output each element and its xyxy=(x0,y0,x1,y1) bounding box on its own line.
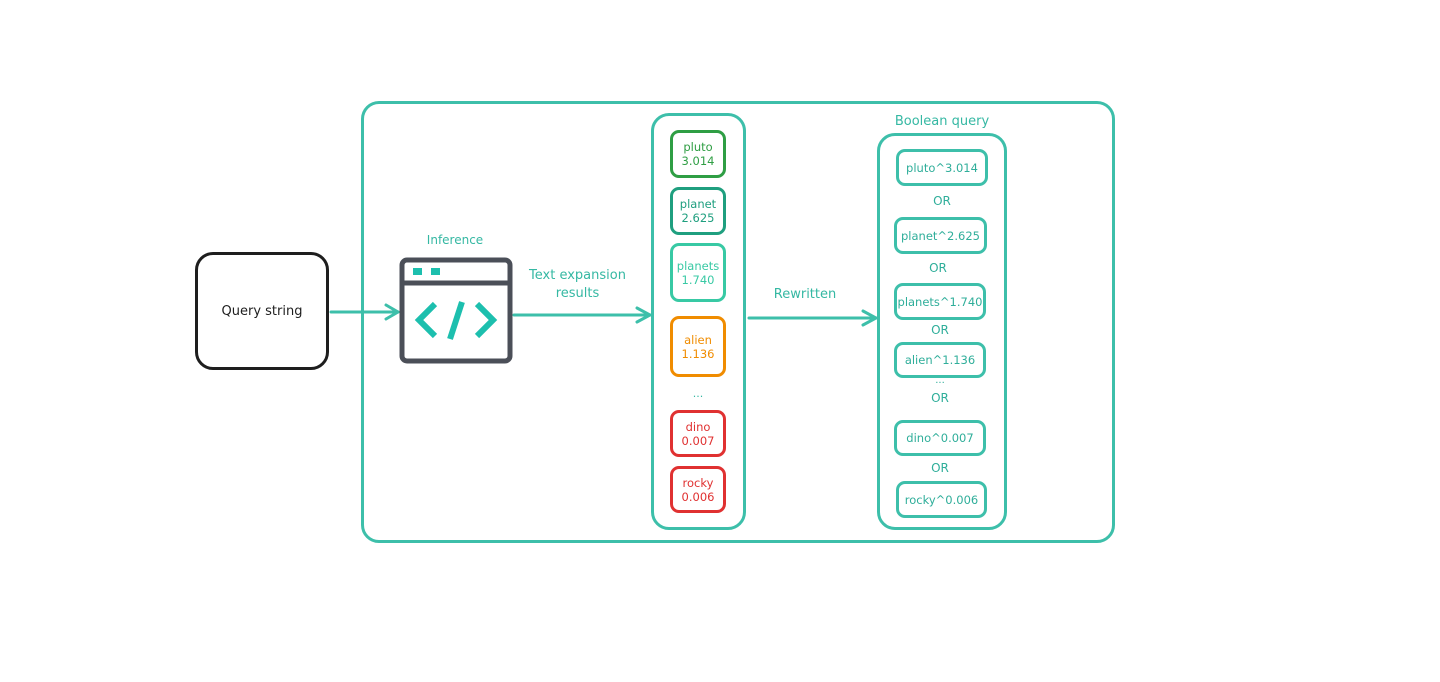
weight: 1.740 xyxy=(681,272,715,287)
result-token-dino: dino 0.007 xyxy=(670,410,726,457)
or-operator: OR xyxy=(931,461,949,475)
result-token-alien: alien 1.136 xyxy=(670,316,726,377)
or-operator: OR xyxy=(931,323,949,337)
weight: 2.625 xyxy=(681,211,715,225)
boolean-clause: alien^1.136 xyxy=(894,342,986,378)
token: dino xyxy=(685,419,711,434)
result-token-rocky: rocky 0.006 xyxy=(670,466,726,513)
clause-text: rocky^0.006 xyxy=(904,492,979,507)
text-expansion-label-line1: Text expansion xyxy=(529,268,626,283)
token: alien xyxy=(684,332,712,347)
boolean-clause: rocky^0.006 xyxy=(896,481,987,518)
or-operator: OR xyxy=(929,261,947,275)
inference-label: Inference xyxy=(426,233,484,247)
code-window-icon xyxy=(399,257,513,364)
boolean-clause: planets^1.740 xyxy=(894,283,986,320)
results-ellipsis: ... xyxy=(692,387,704,400)
boolean-clause: dino^0.007 xyxy=(894,420,986,456)
weight: 1.136 xyxy=(681,346,715,361)
token: rocky xyxy=(682,475,714,490)
weight: 3.014 xyxy=(681,154,715,168)
token: pluto xyxy=(683,140,713,154)
token: planet xyxy=(679,197,717,211)
result-token-planet: planet 2.625 xyxy=(670,187,726,235)
boolean-ellipsis: ... xyxy=(935,375,945,386)
clause-text: planet^2.625 xyxy=(901,228,980,243)
result-token-planets: planets 1.740 xyxy=(670,243,726,302)
clause-text: dino^0.007 xyxy=(906,431,974,445)
weight: 0.006 xyxy=(681,489,715,504)
boolean-clause: planet^2.625 xyxy=(894,217,987,254)
clause-text: pluto^3.014 xyxy=(906,160,978,175)
or-operator: OR xyxy=(933,194,951,208)
text-expansion-label-line2: results xyxy=(555,286,600,301)
rewritten-label: Rewritten xyxy=(773,287,837,302)
result-token-pluto: pluto 3.014 xyxy=(670,130,726,178)
clause-text: alien^1.136 xyxy=(904,353,976,367)
clause-text: planets^1.740 xyxy=(897,294,983,309)
boolean-query-title: Boolean query xyxy=(894,114,990,129)
or-operator: OR xyxy=(931,391,949,405)
weight: 0.007 xyxy=(681,433,715,448)
token: planets xyxy=(676,258,720,273)
boolean-clause: pluto^3.014 xyxy=(896,149,988,186)
